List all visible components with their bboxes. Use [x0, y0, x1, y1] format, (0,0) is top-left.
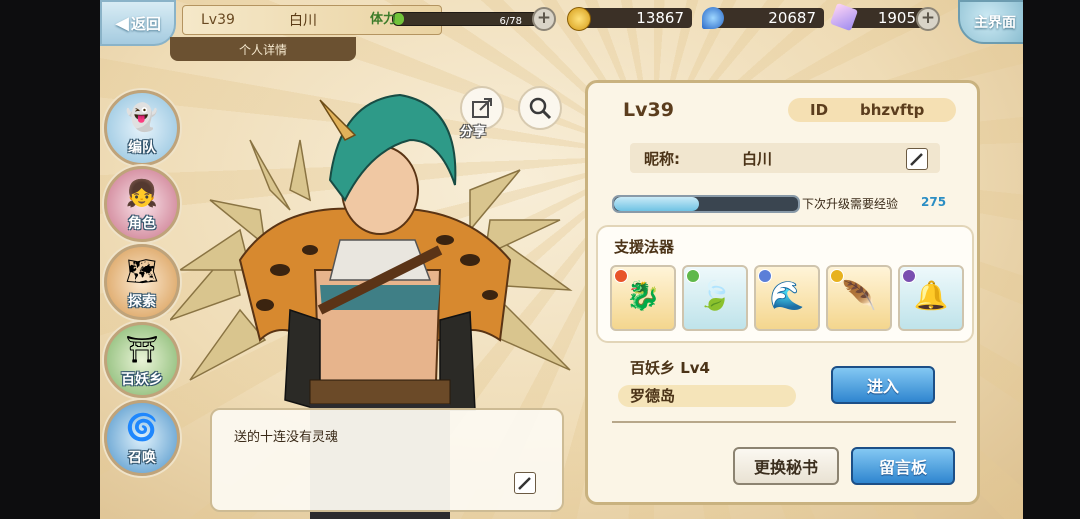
gold-coin-icon	[567, 7, 591, 31]
green-leaf-artifact-icon: 🍃	[697, 279, 733, 312]
nav-explore-label: 探索	[128, 294, 156, 310]
edit-nickname-button[interactable]	[906, 148, 928, 170]
nav-character-label: 角色	[128, 216, 156, 232]
dialogue-text: 送的十连没有灵魂	[234, 430, 339, 445]
artifact-slot-4[interactable]: 🪶	[826, 265, 892, 331]
nav-character[interactable]: 👧 角色	[104, 166, 180, 242]
nav-team[interactable]: 👻 编队	[104, 90, 180, 166]
enter-button[interactable]: 进入	[831, 366, 935, 404]
team-icon: 👻	[125, 103, 159, 133]
stamina-meter: 体力 6/78	[370, 6, 556, 28]
divider	[612, 421, 956, 423]
home-button[interactable]: 主界面	[958, 0, 1023, 44]
add-crystal-button[interactable]: +	[916, 7, 940, 31]
village-icon: ⛩	[125, 335, 159, 365]
exp-value: 275	[921, 195, 947, 209]
edit-dialogue-button[interactable]	[514, 472, 536, 494]
share-icon	[472, 98, 492, 118]
artifact-slot-3[interactable]: 🌊	[754, 265, 820, 331]
island-name: 罗德岛	[618, 385, 796, 407]
player-id: ID bhzvftp	[788, 98, 956, 122]
spirit-counter: 20687	[712, 8, 824, 28]
artifacts-title: 支援法器	[614, 238, 675, 256]
crystal-value: 1905	[877, 9, 916, 27]
exp-fill	[614, 197, 699, 211]
id-value: bhzvftp	[860, 101, 925, 119]
pencil-icon	[518, 477, 531, 490]
message-board-button[interactable]: 留言板	[851, 447, 955, 485]
blue-wave-artifact-icon: 🌊	[769, 279, 805, 312]
dialogue-box: 送的十连没有灵魂	[210, 408, 564, 512]
nav-village-label: 百妖乡	[121, 372, 163, 388]
tab-personal-details[interactable]: 个人详情	[170, 37, 356, 61]
side-navigation: 👻 编队 👧 角色 🗺 探索 ⛩ 百妖乡 🌀 召唤	[100, 80, 180, 519]
support-artifacts: 支援法器 🐉 🍃 🌊 🪶 🔔	[596, 225, 974, 343]
id-label: ID	[810, 101, 829, 119]
nav-explore[interactable]: 🗺 探索	[104, 244, 180, 320]
explore-icon: 🗺	[125, 257, 159, 287]
share-label: 分享	[460, 125, 487, 140]
red-dragon-artifact-icon: 🐉	[625, 279, 661, 312]
change-secretary-button[interactable]: 更换秘书	[733, 447, 839, 485]
pencil-icon	[910, 153, 923, 166]
gold-value: 13867	[636, 9, 684, 27]
search-button[interactable]	[518, 86, 562, 130]
nav-team-label: 编队	[128, 140, 156, 156]
golden-feather-artifact-icon: 🪶	[841, 279, 877, 312]
player-name: 白川	[289, 13, 317, 29]
artifact-slot-1[interactable]: 🐉	[610, 265, 676, 331]
back-label: 返回	[130, 14, 161, 33]
stamina-label: 体力	[370, 12, 397, 27]
search-icon	[529, 97, 552, 120]
character-icon: 👧	[125, 179, 159, 209]
nav-village[interactable]: ⛩ 百妖乡	[104, 322, 180, 398]
exp-label: 下次升级需要经验	[802, 197, 899, 211]
nav-summon[interactable]: 🌀 召唤	[104, 400, 180, 476]
player-level: Lv39	[201, 12, 235, 28]
exp-bar	[612, 195, 800, 213]
top-bar: ◀ 返回 Lv39 白川 个人详情 体力 6/78 + 13867 20687 …	[100, 0, 1023, 61]
nickname-field: 昵称: 白川	[630, 143, 940, 173]
nickname-value: 白川	[742, 149, 773, 168]
summon-icon: 🌀	[125, 413, 159, 443]
dark-bell-artifact-icon: 🔔	[913, 279, 949, 312]
artifact-slot-5[interactable]: 🔔	[898, 265, 964, 331]
profile-level: Lv39	[623, 99, 674, 121]
back-arrow-icon: ◀	[115, 12, 129, 34]
nickname-label: 昵称:	[644, 149, 680, 168]
profile-panel: Lv39 ID bhzvftp 昵称: 白川 下次升级需要经验 275 支援法器…	[585, 80, 980, 505]
add-stamina-button[interactable]: +	[532, 7, 556, 31]
spirit-value: 20687	[768, 9, 816, 27]
back-button[interactable]: ◀ 返回	[100, 0, 176, 46]
artifact-slot-2[interactable]: 🍃	[682, 265, 748, 331]
game-screen: ◀ 返回 Lv39 白川 个人详情 体力 6/78 + 13867 20687 …	[100, 0, 1023, 519]
gold-counter: 13867	[576, 8, 692, 28]
nav-summon-label: 召唤	[128, 450, 156, 466]
stamina-value: 6/78	[499, 16, 522, 27]
village-level: 百妖乡 Lv4	[630, 359, 710, 377]
blue-flame-icon	[702, 7, 724, 29]
